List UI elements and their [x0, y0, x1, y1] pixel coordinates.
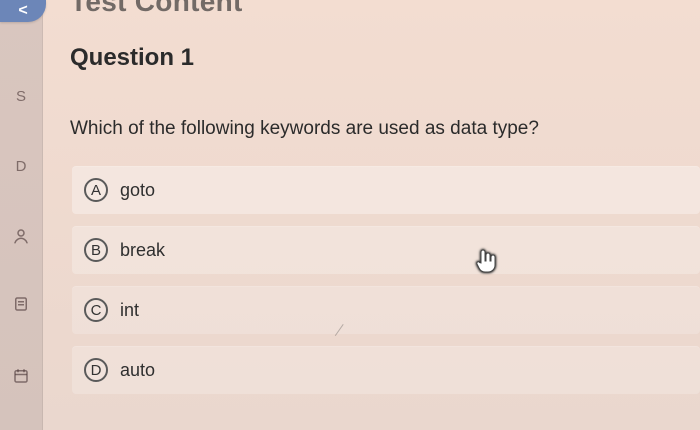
- answer-option-a[interactable]: A goto: [72, 166, 700, 214]
- answer-option-c[interactable]: C int: [72, 286, 700, 334]
- answer-option-b[interactable]: B break: [72, 226, 700, 274]
- option-text-c: int: [120, 299, 140, 320]
- chevron-left-icon: <: [18, 2, 28, 19]
- question-prompt: Which of the following keywords are used…: [70, 118, 539, 139]
- user-icon[interactable]: [6, 224, 36, 248]
- section-title: Test Content: [70, 0, 243, 17]
- sidebar-letter-d: D: [15, 157, 27, 175]
- option-text-d: auto: [120, 359, 156, 380]
- option-letter-c: C: [84, 298, 108, 322]
- option-letter-a: A: [84, 178, 108, 202]
- answer-option-d[interactable]: D auto: [72, 346, 700, 394]
- document-icon[interactable]: [6, 292, 36, 316]
- option-letter-d: D: [84, 358, 108, 382]
- question-title: Question 1: [70, 44, 195, 71]
- answer-options: A goto B break C int D auto: [72, 166, 700, 406]
- option-text-b: break: [120, 239, 166, 260]
- option-letter-b: B: [84, 238, 108, 262]
- calendar-icon[interactable]: [6, 364, 36, 388]
- option-text-a: goto: [120, 179, 156, 200]
- sidebar-letter-s: S: [15, 87, 26, 105]
